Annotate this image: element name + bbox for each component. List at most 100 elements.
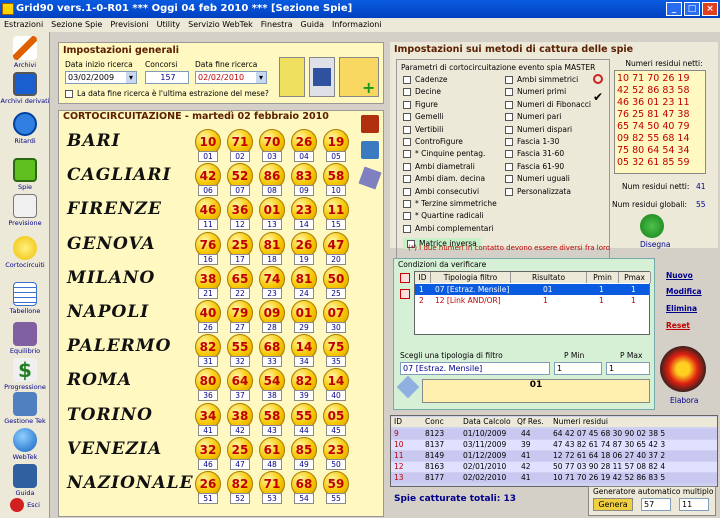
sidebar-item-progressione[interactable]: $ Progressione [0, 358, 50, 391]
method-checkbox[interactable]: Cadenze [403, 75, 448, 84]
disegna-button[interactable] [640, 214, 664, 238]
sidebar-item-equilibrio[interactable]: Equilibrio [0, 322, 50, 355]
checkbox-box[interactable] [403, 224, 411, 233]
method-checkbox[interactable]: Fascia 61-90 [505, 162, 564, 171]
method-checkbox[interactable]: * Cinquine pentag. [403, 149, 485, 159]
rings-icon[interactable] [279, 57, 305, 97]
results-row[interactable]: 12 8163 02/01/2010 42 50 77 03 90 28 11 57 0… [391, 462, 717, 472]
condition-row[interactable]: 1 07 [Estraz. Mensile] 01 1 1 [415, 284, 649, 295]
reset-button[interactable]: Reset [666, 321, 690, 330]
sidebar-item-spie[interactable]: Spie [0, 158, 50, 191]
checkbox-box[interactable] [403, 125, 411, 134]
method-checkbox[interactable]: Gemelli [403, 112, 444, 122]
genera-button[interactable]: Genera [593, 498, 633, 511]
copy-icon[interactable] [361, 141, 379, 159]
modifica-button[interactable]: Modifica [666, 287, 702, 296]
checkbox-box[interactable] [505, 76, 513, 84]
result-field[interactable]: 01 [422, 379, 650, 403]
checkbox-box[interactable] [403, 76, 411, 84]
checkbox-box[interactable] [403, 175, 411, 184]
concorsi-field[interactable]: 157 [145, 71, 189, 84]
checkbox-box[interactable] [505, 88, 513, 97]
menu-servizio-webtek[interactable]: Servizio WebTek [184, 18, 257, 32]
checkbox-box[interactable] [403, 150, 411, 159]
down-arrow-icon[interactable] [400, 289, 410, 299]
checkbox-box[interactable] [505, 138, 513, 146]
sidebar-item-ritardi[interactable]: Ritardi [0, 112, 50, 145]
method-checkbox[interactable]: Figure [403, 100, 438, 109]
results-row[interactable]: 9 8123 01/10/2009 44 64 42 07 45 68 30 90 02… [391, 429, 717, 439]
menu-informazioni[interactable]: Informazioni [328, 18, 386, 32]
results-row[interactable]: 11 8149 01/12/2009 41 12 72 61 64 18 06 27 4… [391, 451, 717, 461]
method-checkbox[interactable]: Decine [403, 87, 441, 97]
method-checkbox[interactable]: Personalizzata [505, 187, 571, 196]
elimina-button[interactable]: Elimina [666, 304, 697, 313]
checkbox-box[interactable] [403, 200, 411, 208]
checkbox-box[interactable] [403, 113, 411, 122]
checkbox-box[interactable] [403, 88, 411, 97]
sidebar-item-tabellone[interactable]: Tabellone [0, 282, 50, 315]
menu-guida[interactable]: Guida [297, 18, 328, 32]
sidebar-item-previsione[interactable]: Previsione [0, 194, 50, 227]
sidebar-item-archivi-derivati[interactable]: Archivi derivati [0, 72, 50, 105]
checkbox-box[interactable] [505, 100, 513, 109]
method-checkbox[interactable]: Vertibili [403, 125, 443, 134]
sidebar-item-webtek[interactable]: WebTek [0, 428, 50, 461]
sidebar-item-gestione-tek[interactable]: Gestione Tek [0, 392, 50, 425]
no-entry-icon[interactable] [593, 74, 603, 84]
minimize-button[interactable]: _ [666, 2, 682, 16]
method-checkbox[interactable]: Numeri dispari [505, 125, 572, 134]
method-checkbox[interactable]: Numeri pari [505, 112, 561, 122]
month-end-checkbox[interactable]: La data fine ricerca è l'ultima estrazio… [65, 89, 269, 98]
checkbox-box[interactable] [505, 150, 513, 159]
elabora-button[interactable] [660, 346, 706, 392]
sidebar-item-archivi[interactable]: Archivi [0, 36, 50, 69]
checkbox-box[interactable] [403, 138, 411, 146]
generator-select-1[interactable]: 57 [641, 498, 671, 511]
method-checkbox[interactable]: Numeri uguali [505, 174, 570, 184]
filter-select[interactable]: 07 [Estraz. Mensile] [400, 362, 550, 375]
up-arrow-icon[interactable] [400, 273, 410, 283]
checkbox-box[interactable] [403, 100, 411, 109]
add-folder-button[interactable]: + [339, 57, 379, 97]
method-checkbox[interactable]: * Terzine simmetriche [403, 199, 497, 208]
results-row[interactable]: 10 8137 03/11/2009 39 47 43 82 61 74 87 30 6… [391, 440, 717, 450]
method-checkbox[interactable]: Fascia 31-60 [505, 149, 564, 159]
diamond-icon[interactable] [396, 375, 420, 399]
method-checkbox[interactable]: Ambi diametrali [403, 162, 475, 171]
menu-previsioni[interactable]: Previsioni [106, 18, 152, 32]
maximize-button[interactable]: □ [684, 2, 700, 16]
method-checkbox[interactable]: Ambi simmetrici [505, 75, 578, 84]
end-date-field[interactable]: 02/02/2010 ▾ [195, 71, 267, 84]
method-checkbox[interactable]: Ambi complementari [403, 224, 494, 233]
chart-icon[interactable] [361, 115, 379, 133]
method-checkbox[interactable]: Ambi diam. decina [403, 174, 485, 184]
method-checkbox[interactable]: * Quartine radicali [403, 211, 484, 221]
eraser-icon[interactable] [358, 166, 382, 190]
method-checkbox[interactable]: Numeri di Fibonacci [505, 100, 591, 109]
start-date-field[interactable]: 03/02/2009 ▾ [65, 71, 137, 84]
nuovo-button[interactable]: Nuovo [666, 271, 693, 280]
sidebar-item-cortocircuiti[interactable]: Cortocircuiti [0, 236, 50, 269]
checkbox-box[interactable] [65, 90, 73, 98]
checkbox-box[interactable] [403, 212, 411, 221]
sidebar-item-guida[interactable]: Guida [0, 464, 50, 497]
pmin-select[interactable]: 1 [554, 362, 602, 375]
sidebar-item-esci[interactable]: Esci [0, 498, 50, 512]
checkbox-box[interactable] [505, 175, 513, 184]
save-button[interactable] [309, 57, 335, 97]
method-checkbox[interactable]: Fascia 1-30 [505, 137, 559, 146]
checkbox-box[interactable] [505, 187, 513, 196]
results-row[interactable]: 13 8177 02/02/2010 41 10 71 70 26 19 42 52 8… [391, 473, 717, 483]
method-checkbox[interactable]: ControFigure [403, 137, 463, 146]
menu-finestra[interactable]: Finestra [257, 18, 297, 32]
checkbox-box[interactable] [403, 187, 411, 196]
method-checkbox[interactable]: Numeri primi [505, 87, 566, 97]
checkbox-box[interactable] [505, 162, 513, 171]
checkbox-box[interactable] [403, 162, 411, 171]
menu-utility[interactable]: Utility [153, 18, 185, 32]
checkbox-box[interactable] [505, 113, 513, 122]
method-checkbox[interactable]: Ambi consecutivi [403, 187, 479, 196]
menu-estrazioni[interactable]: Estrazioni [0, 18, 47, 32]
menu-sezione-spie[interactable]: Sezione Spie [47, 18, 106, 32]
